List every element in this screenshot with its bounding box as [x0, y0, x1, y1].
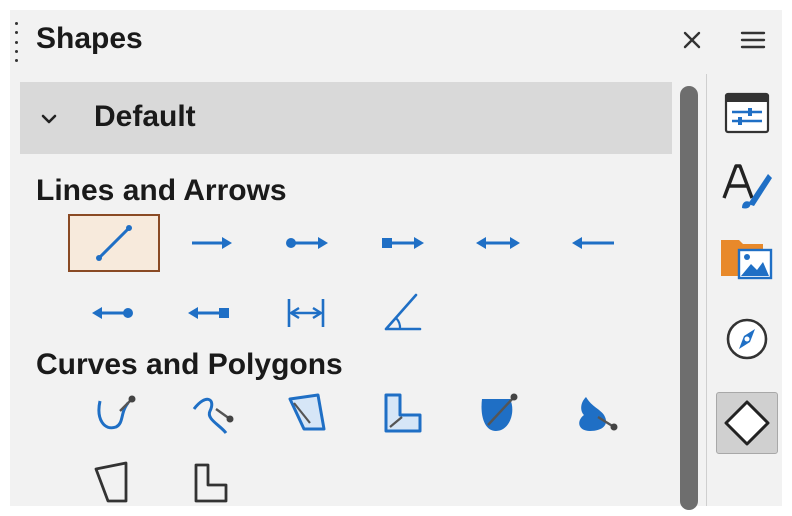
curve-icon [97, 395, 136, 430]
chevron-down-icon [41, 114, 57, 124]
line-icon [96, 225, 132, 261]
section-title-lines-arrows: Lines and Arrows [36, 174, 287, 207]
line-square-arrow-icon [382, 237, 424, 249]
scrollbar-thumb[interactable] [680, 86, 698, 510]
polygon-icon [94, 461, 128, 503]
line-45-icon [384, 293, 422, 331]
freeform-filled-icon [579, 397, 618, 431]
shape-curve[interactable] [68, 384, 160, 442]
shape-line-with-square[interactable] [164, 284, 256, 342]
shape-line-45[interactable] [356, 284, 448, 342]
styles-icon [722, 164, 772, 209]
polygon-45-filled-icon [384, 393, 422, 433]
shape-polygon-45-filled[interactable] [356, 384, 448, 442]
curve-filled-icon [481, 393, 518, 431]
deck-tab-styles[interactable] [716, 154, 778, 216]
shape-polygon-filled[interactable] [260, 384, 352, 442]
category-default[interactable]: Default [20, 82, 672, 154]
deck-tab-navigator[interactable] [716, 308, 778, 370]
line-with-square-icon [188, 307, 229, 319]
deck-divider [706, 74, 707, 506]
shape-line[interactable] [68, 214, 160, 272]
shape-line-square-arrow[interactable] [356, 214, 448, 272]
shape-line-with-circle[interactable] [68, 284, 160, 342]
shape-line-circle-arrow[interactable] [260, 214, 352, 272]
shapes-content: Default Lines and Arrows Curves and Poly… [20, 82, 672, 506]
hamburger-menu-icon [740, 31, 766, 49]
category-label: Default [94, 100, 196, 133]
double-arrow-icon [476, 237, 520, 249]
deck-tab-properties[interactable] [716, 82, 778, 144]
drag-handle-icon[interactable] [13, 22, 19, 62]
deck-tab-shapes[interactable] [716, 392, 778, 454]
section-title-curves-polygons: Curves and Polygons [36, 348, 343, 381]
line-circle-arrow-icon [286, 237, 328, 249]
deck-tab-gallery[interactable] [716, 226, 778, 288]
dimension-line-icon [287, 299, 325, 327]
shape-freeform-filled[interactable] [548, 384, 640, 442]
shapes-icon [724, 400, 770, 446]
navigator-icon [726, 318, 768, 360]
shape-curve-filled[interactable] [452, 384, 544, 442]
close-icon [683, 31, 701, 49]
vertical-scrollbar[interactable] [676, 82, 702, 510]
properties-icon [724, 92, 770, 134]
line-starts-with-arrow-icon [572, 237, 614, 249]
gallery-icon [721, 240, 773, 280]
shape-polygon[interactable] [68, 454, 160, 512]
freeform-line-icon [192, 397, 234, 434]
shape-polygon-45[interactable] [164, 454, 256, 512]
shape-double-arrow[interactable] [452, 214, 544, 272]
line-ends-with-arrow-icon [192, 237, 232, 249]
polygon-filled-icon [288, 393, 326, 431]
shape-line-starts-with-arrow[interactable] [548, 214, 640, 272]
shape-freeform-line[interactable] [164, 384, 256, 442]
panel-title: Shapes [36, 22, 143, 55]
shape-dimension-line[interactable] [260, 284, 352, 342]
polygon-45-icon [194, 463, 228, 503]
sidebar-menu-button[interactable] [737, 24, 769, 56]
line-with-circle-icon [92, 307, 133, 319]
shape-line-ends-with-arrow[interactable] [164, 214, 256, 272]
close-button[interactable] [676, 24, 708, 56]
